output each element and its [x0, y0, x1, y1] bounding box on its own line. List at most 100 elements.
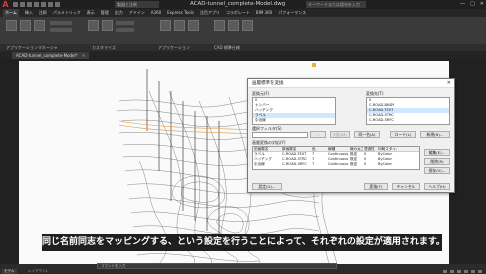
column-header[interactable]: 透過性 [363, 147, 377, 151]
column-header[interactable]: 色 [311, 147, 327, 151]
undo-icon[interactable] [48, 2, 53, 7]
run-script-icon[interactable] [34, 20, 45, 31]
video-subtitle: 同じ名前同志をマッピングする、という設定を行うことによって、それぞれの設定が適用… [42, 234, 442, 251]
save-as-icon[interactable] [34, 2, 39, 7]
table-cell: 7 [312, 162, 315, 166]
table-cell: ByColor [378, 162, 392, 166]
user-interface-icon[interactable] [88, 20, 99, 31]
ribbon-tab[interactable]: 注目アプリ [200, 9, 220, 17]
vba-manager-icon[interactable] [50, 21, 72, 25]
ribbon-tab[interactable]: Express Tools [167, 9, 194, 17]
close-tab-icon[interactable]: × [82, 53, 85, 58]
customize-icon[interactable] [478, 270, 482, 273]
table-cell: 引出線 [254, 162, 265, 166]
layer-translator-icon[interactable] [242, 20, 253, 31]
settings-button[interactable]: 設定(G)... [252, 183, 282, 190]
mapping-table[interactable]: 旧画層名 新画層名 色 線種 線の太さ 透過性 印刷スタイル ラベル C-ROA… [252, 146, 420, 170]
to-layer-list[interactable]: 0 C-ROAD-BNDY C-ROAD-TEXT C-ROAD-STRC C-… [366, 97, 450, 125]
document-tab[interactable]: ACAD-tunnel_complete-Model* × [12, 52, 90, 59]
workspace-selector[interactable]: 製図と注釈 [115, 1, 159, 8]
action-recorder-icon[interactable] [188, 20, 199, 31]
ribbon-tab[interactable]: ホーム [3, 9, 19, 17]
ortho-toggle-icon[interactable] [457, 270, 461, 273]
model-tab[interactable]: モデル [2, 269, 17, 274]
ribbon-tab[interactable]: 挿入 [25, 9, 33, 17]
list-item[interactable]: 引出線 [253, 118, 335, 123]
ribbon-tab[interactable]: 注釈 [39, 9, 47, 17]
title-bar: A 製図と注釈 ACAD-tunnel_complete-Model.dwg キ… [0, 0, 486, 9]
plot-icon[interactable] [41, 2, 46, 7]
column-header[interactable]: 線種 [327, 147, 349, 151]
window-controls: — □ ✕ [460, 0, 484, 9]
osnap-toggle-icon[interactable] [471, 270, 475, 273]
minimize-button[interactable]: — [460, 0, 465, 9]
check-standards-icon[interactable] [228, 20, 239, 31]
panel-title: アプリケーション [158, 45, 190, 50]
dialog-close-icon[interactable]: ✕ [447, 79, 451, 88]
selection-filter-input[interactable] [252, 132, 308, 138]
snap-toggle-icon[interactable] [450, 270, 454, 273]
maximize-button[interactable]: □ [470, 0, 475, 9]
redo-icon[interactable] [55, 2, 60, 7]
table-cell: Continuous [328, 162, 349, 166]
document-tab-label: ACAD-tunnel_complete-Model* [16, 53, 78, 58]
visual-basic-icon[interactable] [174, 20, 185, 31]
app-logo-icon[interactable]: A [1, 0, 10, 9]
column-header[interactable]: 旧画層名 [253, 147, 281, 151]
app-manager-icon[interactable] [6, 20, 17, 31]
tool-palettes-icon[interactable] [102, 20, 113, 31]
save-icon[interactable] [27, 2, 32, 7]
table-cell: C-ROAD-SRFC [282, 162, 307, 166]
panel-title: アプリケーションマネージャ [6, 45, 58, 50]
import-icon[interactable] [116, 21, 134, 25]
ribbon-tab[interactable]: パラメトリック [53, 9, 81, 17]
ribbon-tab[interactable]: コラボレート [226, 9, 250, 17]
ribbon-tab[interactable]: BIM 360 [256, 9, 272, 17]
new-button[interactable]: 新規(N)... [420, 131, 450, 138]
grip-marker[interactable] [312, 63, 316, 67]
ribbon-tab[interactable]: パフォーマンス [278, 9, 306, 17]
save-button[interactable]: 保存(V)... [424, 167, 450, 174]
export-icon[interactable] [116, 28, 134, 32]
table-row[interactable]: 引出線 C-ROAD-SRFC 7 Continuous 既定 0 ByColo… [253, 162, 419, 167]
panel-title: CAD 標準仕様 [214, 45, 240, 50]
ribbon-panel-titles: アプリケーションマネージャ カスタマイズ アプリケーション CAD 標準仕様 [0, 44, 486, 51]
layout-tab[interactable]: レイアウト1 [26, 269, 50, 274]
grid-toggle-icon[interactable] [443, 270, 447, 273]
search-input[interactable]: キーワードまたは語句を入力 [306, 1, 366, 8]
visual-lisp-icon[interactable] [50, 28, 72, 32]
close-window-button[interactable]: ✕ [480, 0, 484, 9]
remove-button[interactable]: 削除(R) [424, 158, 450, 165]
edit-button[interactable]: 編集(E)... [424, 149, 450, 156]
polar-toggle-icon[interactable] [464, 270, 468, 273]
dialog-title-bar: 画層標準を変換 ✕ [248, 79, 454, 88]
map-same-button[interactable]: 同一名(A) [354, 131, 380, 138]
layer-translator-dialog: 画層標準を変換 ✕ 変換元(F) 0 ナンバー ハッチング ラベル 引出線 変換… [247, 78, 455, 193]
table-cell: 0 [364, 162, 367, 166]
column-header[interactable]: 線の太さ [349, 147, 363, 151]
standards-icon[interactable] [214, 20, 225, 31]
autocad-window: A 製図と注釈 ACAD-tunnel_complete-Model.dwg キ… [0, 0, 486, 274]
column-header[interactable]: 新画層名 [281, 147, 311, 151]
map-button[interactable]: 対応(M) [330, 131, 350, 138]
status-bar: モデル レイアウト1 [0, 269, 486, 274]
column-header[interactable]: 印刷スタイル [377, 147, 397, 151]
ribbon-tab[interactable]: 管理 [101, 9, 109, 17]
panel-title: カスタマイズ [92, 45, 116, 50]
help-button[interactable]: ヘルプ(H) [424, 183, 450, 190]
run-vba-icon[interactable] [160, 20, 171, 31]
select-button[interactable]: … [310, 131, 326, 138]
ribbon-tab[interactable]: 出力 [115, 9, 123, 17]
ribbon-tab[interactable]: 表示 [87, 9, 95, 17]
from-layer-list[interactable]: 0 ナンバー ハッチング ラベル 引出線 [252, 97, 336, 125]
ribbon-tab[interactable]: アドイン [129, 9, 145, 17]
list-item[interactable]: C-ROAD-SRFC [367, 118, 449, 123]
document-tab-bar: ACAD-tunnel_complete-Model* × [0, 51, 486, 59]
new-icon[interactable] [13, 2, 18, 7]
load-button[interactable]: ロード(L) [390, 131, 416, 138]
cancel-button[interactable]: キャンセル [392, 183, 420, 190]
ribbon-tab[interactable]: A360 [151, 9, 161, 17]
translate-button[interactable]: 変換(T) [364, 183, 388, 190]
open-icon[interactable] [20, 2, 25, 7]
load-application-icon[interactable] [20, 20, 31, 31]
